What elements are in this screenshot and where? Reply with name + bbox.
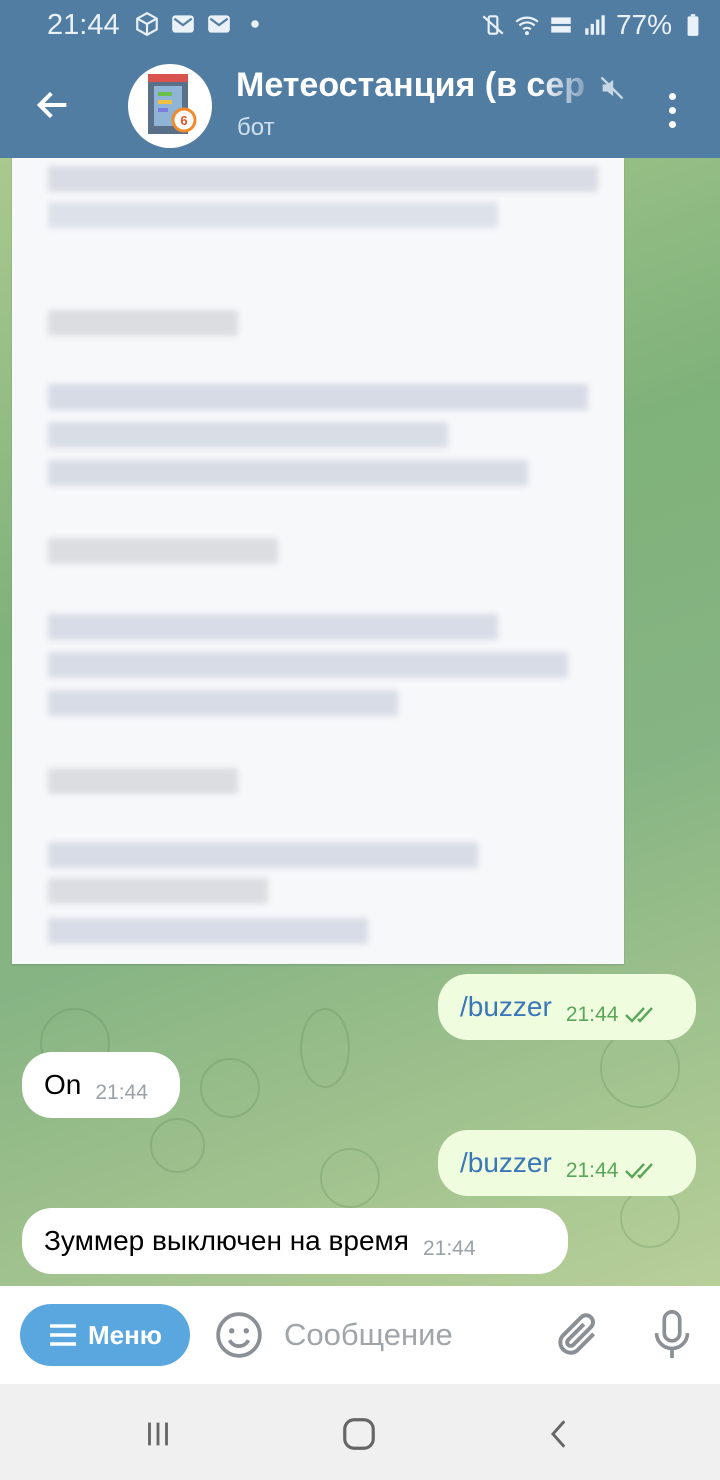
emoji-icon[interactable] xyxy=(214,1310,264,1360)
mail-icon xyxy=(208,15,230,33)
background-doodle xyxy=(200,1058,260,1118)
double-check-icon xyxy=(625,1163,654,1179)
home-button[interactable] xyxy=(335,1410,383,1458)
background-doodle xyxy=(620,1188,680,1248)
android-navigation-bar xyxy=(0,1384,720,1480)
arrow-left-icon xyxy=(36,91,67,119)
message-text: On xyxy=(44,1069,82,1100)
background-doodle xyxy=(150,1118,205,1173)
double-check-icon xyxy=(625,1007,654,1023)
more-notifications-dot-icon xyxy=(251,20,259,28)
paperclip-icon[interactable] xyxy=(552,1310,602,1360)
message-meta: 21:44 xyxy=(566,1159,659,1183)
chat-title[interactable]: Метеостанция (в сер xyxy=(236,66,604,105)
bot-avatar[interactable]: 6 xyxy=(128,64,212,148)
message-text[interactable]: /buzzer xyxy=(460,1147,552,1179)
recent-apps-icon xyxy=(148,1422,168,1446)
status-time: 21:44 xyxy=(47,9,120,41)
message-time: 21:44 xyxy=(565,1159,619,1182)
incoming-message[interactable]: On 21:44 xyxy=(22,1052,180,1118)
chat-header: 6 Метеостанция (в сер бот xyxy=(0,50,720,158)
notification-icons xyxy=(134,11,268,37)
vibrate-mute-icon xyxy=(482,15,504,35)
outgoing-message[interactable]: /buzzer 21:44 xyxy=(438,974,696,1040)
message-list[interactable]: /buzzer 21:44 On 21:44 /buzzer 21:44 Зум… xyxy=(0,158,720,1286)
message-meta: 21:44 xyxy=(423,1237,476,1261)
blurred-screenshot-image[interactable] xyxy=(12,158,624,964)
message-input[interactable] xyxy=(284,1308,534,1362)
system-back-button[interactable] xyxy=(536,1410,584,1458)
message-text[interactable]: /buzzer xyxy=(460,991,552,1023)
home-icon xyxy=(343,1418,375,1450)
message-time: 21:44 xyxy=(422,1237,476,1260)
status-bar: 21:44 77% xyxy=(0,0,720,50)
signal-icon xyxy=(585,15,605,35)
wifi-icon xyxy=(515,16,539,36)
message-meta: 21:44 xyxy=(95,1081,148,1105)
chat-subtitle: бот xyxy=(237,114,275,141)
background-doodle xyxy=(600,1028,680,1108)
background-doodle xyxy=(300,1008,350,1088)
microphone-icon[interactable] xyxy=(648,1308,696,1362)
system-icons: 77% xyxy=(480,9,706,41)
weather-station-logo: 6 xyxy=(148,74,197,134)
hamburger-menu-icon xyxy=(49,1324,76,1346)
message-time: 21:44 xyxy=(565,1003,619,1026)
message-meta: 21:44 xyxy=(566,1003,659,1027)
svg-text:6: 6 xyxy=(180,113,187,128)
outgoing-message[interactable]: /buzzer 21:44 xyxy=(438,1130,696,1196)
chevron-left-icon xyxy=(551,1420,566,1448)
incoming-message[interactable]: Зуммер выключен на время 21:44 xyxy=(22,1208,568,1274)
message-time: 21:44 xyxy=(95,1081,148,1104)
battery-icon xyxy=(687,14,699,36)
top-bar: 21:44 77% 6 Метеостанция (в сер бот xyxy=(0,0,720,158)
message-text: Зуммер выключен на время xyxy=(44,1225,409,1256)
message-composer: Меню xyxy=(0,1286,720,1384)
background-doodle xyxy=(320,1148,380,1208)
menu-label: Меню xyxy=(87,1319,163,1350)
recent-apps-button[interactable] xyxy=(134,1410,182,1458)
bot-menu-button[interactable]: Меню xyxy=(20,1304,190,1366)
volte-icon xyxy=(551,17,571,33)
more-options-button[interactable] xyxy=(650,78,694,142)
package-icon xyxy=(136,11,158,37)
mail-icon xyxy=(172,15,194,33)
back-button[interactable] xyxy=(22,74,84,136)
muted-icon xyxy=(600,76,624,100)
battery-percent: 77% xyxy=(615,9,672,40)
